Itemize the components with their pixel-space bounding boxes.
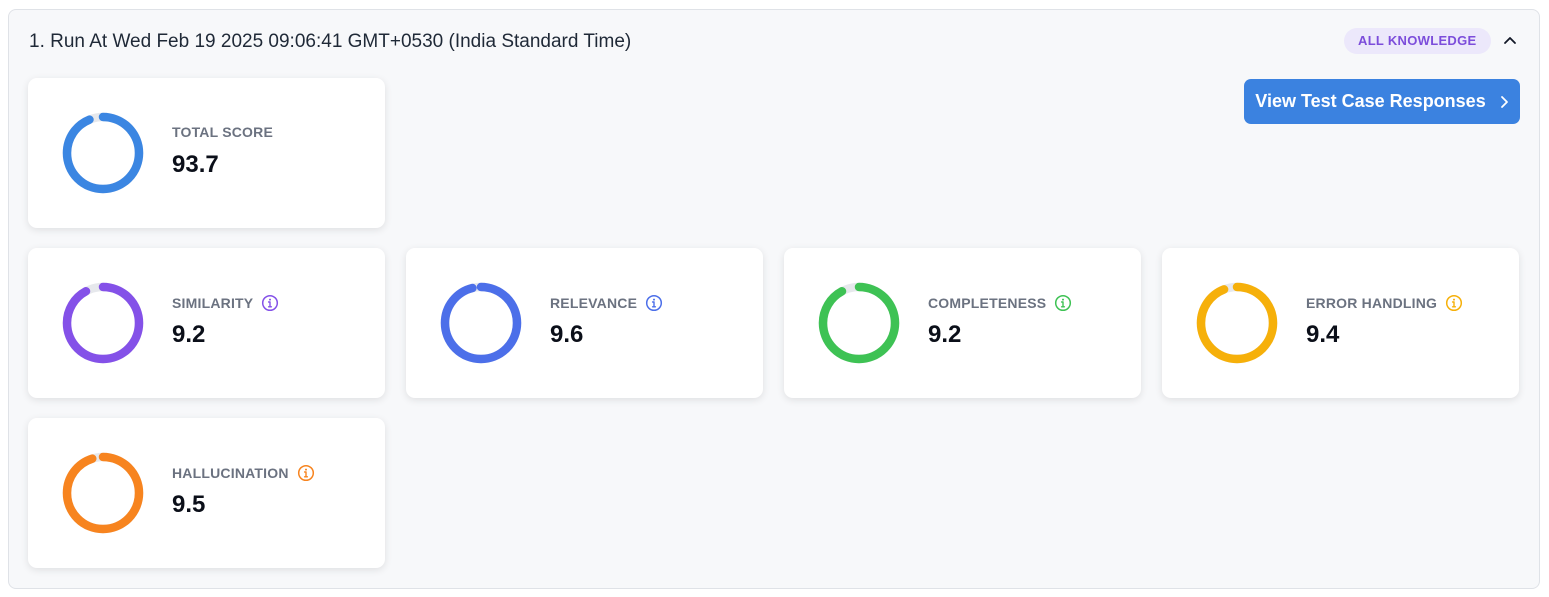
similarity-card: SIMILARITY 9.2 bbox=[28, 248, 385, 398]
similarity-label: SIMILARITY bbox=[172, 294, 279, 312]
metric-label: TOTAL SCORE bbox=[172, 124, 273, 140]
relevance-card: RELEVANCE 9.6 bbox=[406, 248, 763, 398]
hallucination-value: 9.5 bbox=[172, 491, 206, 518]
info-icon[interactable] bbox=[645, 294, 663, 312]
error-handling-card: ERROR HANDLING 9.4 bbox=[1162, 248, 1519, 398]
knowledge-tag-badge: ALL KNOWLEDGE bbox=[1344, 28, 1491, 54]
hallucination-card: HALLUCINATION 9.5 bbox=[28, 418, 385, 568]
ring-progress-arc bbox=[1196, 282, 1278, 364]
total-score-value: 93.7 bbox=[172, 151, 219, 178]
info-icon[interactable] bbox=[1054, 294, 1072, 312]
total-score-card: TOTAL SCORE 93.7 bbox=[28, 78, 385, 228]
metric-label: COMPLETENESS bbox=[928, 295, 1047, 311]
metric-label: RELEVANCE bbox=[550, 295, 638, 311]
info-icon[interactable] bbox=[1445, 294, 1463, 312]
ring-progress-arc bbox=[62, 112, 144, 194]
similarity-value: 9.2 bbox=[172, 321, 206, 348]
total-score-label: TOTAL SCORE bbox=[172, 124, 273, 140]
run-panel: 1. Run At Wed Feb 19 2025 09:06:41 GMT+0… bbox=[8, 9, 1540, 589]
hallucination-progress-ring bbox=[62, 452, 144, 534]
ring-progress-arc bbox=[62, 282, 144, 364]
metric-label: SIMILARITY bbox=[172, 295, 254, 311]
relevance-progress-ring bbox=[440, 282, 522, 364]
hallucination-label: HALLUCINATION bbox=[172, 464, 315, 482]
completeness-card: COMPLETENESS 9.2 bbox=[784, 248, 1141, 398]
similarity-progress-ring bbox=[62, 282, 144, 364]
completeness-progress-ring bbox=[818, 282, 900, 364]
chevron-right-icon bbox=[1500, 95, 1508, 108]
ring-progress-arc bbox=[818, 282, 900, 364]
completeness-value: 9.2 bbox=[928, 321, 962, 348]
relevance-label: RELEVANCE bbox=[550, 294, 663, 312]
metric-label: HALLUCINATION bbox=[172, 465, 289, 481]
info-icon[interactable] bbox=[261, 294, 279, 312]
collapse-toggle[interactable] bbox=[1499, 30, 1521, 52]
ring-progress-arc bbox=[440, 282, 522, 364]
error-handling-progress-ring bbox=[1196, 282, 1278, 364]
completeness-label: COMPLETENESS bbox=[928, 294, 1072, 312]
ring-progress-arc bbox=[62, 452, 144, 534]
total-score-progress-ring bbox=[62, 112, 144, 194]
error-handling-label: ERROR HANDLING bbox=[1306, 294, 1463, 312]
info-icon[interactable] bbox=[297, 464, 315, 482]
view-test-case-responses-button[interactable]: View Test Case Responses bbox=[1244, 79, 1520, 124]
relevance-value: 9.6 bbox=[550, 321, 584, 348]
run-title: 1. Run At Wed Feb 19 2025 09:06:41 GMT+0… bbox=[29, 31, 632, 52]
chevron-up-icon bbox=[1504, 37, 1516, 44]
error-handling-value: 9.4 bbox=[1306, 321, 1340, 348]
view-button-label: View Test Case Responses bbox=[1255, 91, 1486, 111]
metric-label: ERROR HANDLING bbox=[1306, 295, 1438, 311]
